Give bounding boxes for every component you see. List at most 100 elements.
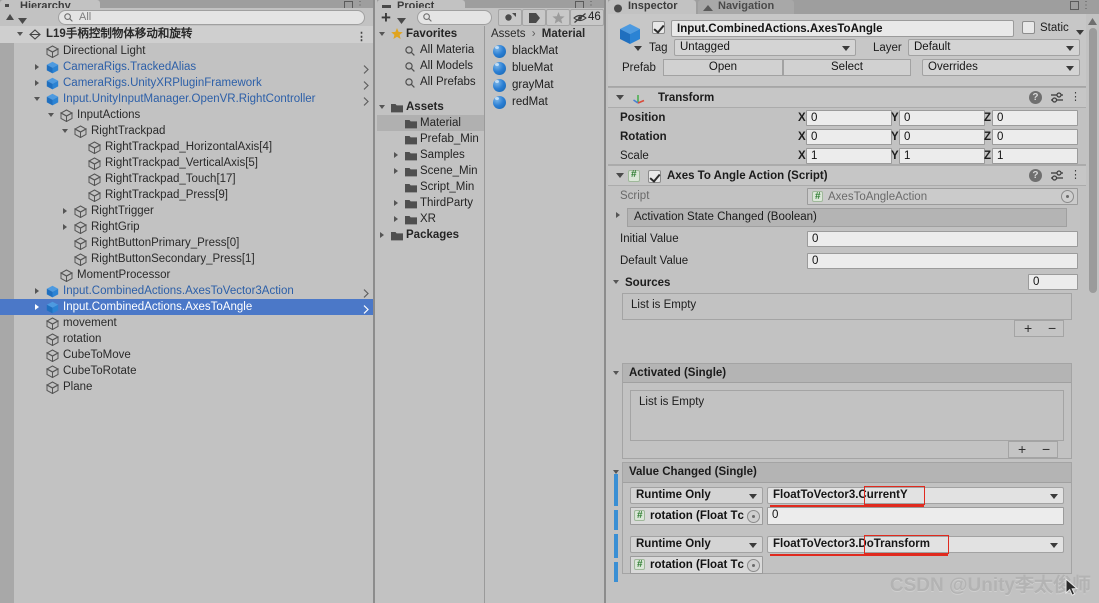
- sources-list[interactable]: List is Empty: [622, 293, 1072, 320]
- hierarchy-item-righttrackpad-touch-17[interactable]: RightTrackpad_Touch[17]: [0, 171, 373, 187]
- asset-item-graymat[interactable]: grayMat: [486, 77, 604, 94]
- hierarchy-item-righttrackpad-press-9[interactable]: RightTrackpad_Press[9]: [0, 187, 373, 203]
- activated-section-header[interactable]: Activated (Single): [623, 364, 1071, 383]
- filter-by-label-button[interactable]: [522, 9, 546, 26]
- scene-expand-arrow[interactable]: [16, 26, 27, 42]
- prefab-overrides-dropdown[interactable]: Overrides: [922, 59, 1080, 76]
- hierarchy-item-rotation[interactable]: rotation: [0, 331, 373, 347]
- hierarchy-item-input-combinedactions-axestovector3action[interactable]: Input.CombinedActions.AxesToVector3Actio…: [0, 283, 373, 299]
- hierarchy-search-input[interactable]: All: [58, 10, 365, 25]
- value-changed-object-field[interactable]: rotation (Float Tс: [630, 556, 763, 574]
- script-enabled-checkbox[interactable]: [648, 170, 661, 183]
- hierarchy-item-righttrigger[interactable]: RightTrigger: [0, 203, 373, 219]
- expand-arrow[interactable]: [378, 227, 389, 243]
- tag-dropdown[interactable]: Untagged: [674, 39, 856, 56]
- hierarchy-item-righttrackpad[interactable]: RightTrackpad: [0, 123, 373, 139]
- asset-item-blackmat[interactable]: blackMat: [486, 43, 604, 60]
- expand-arrow[interactable]: [33, 91, 44, 107]
- project-tree-item-material[interactable]: Material: [377, 115, 484, 131]
- help-icon[interactable]: ?: [1028, 91, 1042, 104]
- project-tree-item-scene-min[interactable]: Scene_Min: [377, 163, 484, 179]
- transform-position-x-field[interactable]: 0: [806, 110, 892, 126]
- hierarchy-item-input-unityinputmanager-openvr-rightcontroller[interactable]: Input.UnityInputManager.OpenVR.RightCont…: [0, 91, 373, 107]
- transform-scale-y-field[interactable]: 1: [899, 148, 985, 164]
- expand-arrow[interactable]: [61, 203, 72, 219]
- scroll-up-arrow-icon[interactable]: [1088, 16, 1097, 28]
- transform-rotation-y-field[interactable]: 0: [899, 129, 985, 145]
- transform-foldout-arrow[interactable]: [616, 95, 624, 100]
- value-changed-call-state-dropdown[interactable]: Runtime Only: [630, 536, 763, 553]
- hierarchy-item-directional-light[interactable]: Directional Light: [0, 43, 373, 59]
- object-picker-icon[interactable]: [747, 510, 760, 523]
- breadcrumb-root[interactable]: Assets: [491, 28, 526, 40]
- expand-arrow[interactable]: [392, 195, 403, 211]
- filter-by-type-button[interactable]: [498, 9, 522, 26]
- hierarchy-scene-row[interactable]: L19手柄控制物体移动和旋转 ⋮: [0, 26, 373, 43]
- script-context-menu-button[interactable]: ⋮: [1070, 169, 1081, 181]
- project-tree-item-prefab-min[interactable]: Prefab_Min: [377, 131, 484, 147]
- asset-item-redmat[interactable]: redMat: [486, 94, 604, 111]
- inspector-menu-button[interactable]: ⋮: [1081, 0, 1093, 11]
- gameobject-icon-dropdown-caret[interactable]: [634, 42, 642, 54]
- expand-arrow[interactable]: [392, 163, 403, 179]
- value-changed-section-header[interactable]: Value Changed (Single): [623, 463, 1071, 483]
- sources-add-button[interactable]: +: [1024, 321, 1032, 336]
- gameobject-name-field[interactable]: [671, 20, 1014, 37]
- asset-item-bluemat[interactable]: blueMat: [486, 60, 604, 77]
- expand-arrow[interactable]: [33, 75, 44, 91]
- hierarchy-item-rightbuttonsecondary-press-1[interactable]: RightButtonSecondary_Press[1]: [0, 251, 373, 267]
- project-tree-item-thirdparty[interactable]: ThirdParty: [377, 195, 484, 211]
- project-tree-item-packages[interactable]: Packages: [377, 227, 484, 243]
- project-tree-item-all-models[interactable]: All Models: [377, 58, 484, 74]
- project-tree-item-assets[interactable]: Assets: [377, 99, 484, 115]
- expand-arrow[interactable]: [33, 59, 44, 75]
- transform-position-y-field[interactable]: 0: [899, 110, 985, 126]
- favorites-filter-button[interactable]: [546, 9, 570, 26]
- layer-dropdown[interactable]: Default: [908, 39, 1080, 56]
- script-foldout-arrow[interactable]: [616, 173, 624, 178]
- static-checkbox[interactable]: [1022, 21, 1035, 34]
- prefab-open-button[interactable]: Open: [663, 59, 783, 76]
- project-tree-item-script-min[interactable]: Script_Min: [377, 179, 484, 195]
- activation-state-foldout-arrow[interactable]: [614, 207, 625, 223]
- hierarchy-item-camerarigs-unityxrpluginframework[interactable]: CameraRigs.UnityXRPluginFramework: [0, 75, 373, 91]
- open-prefab-chevron-icon[interactable]: [363, 63, 369, 74]
- expand-arrow[interactable]: [392, 211, 403, 227]
- hierarchy-item-cubetorotate[interactable]: CubeToRotate: [0, 363, 373, 379]
- transform-rotation-x-field[interactable]: 0: [806, 129, 892, 145]
- sources-count-field[interactable]: 0: [1028, 274, 1078, 290]
- preset-icon[interactable]: [1050, 91, 1064, 104]
- transform-rotation-z-field[interactable]: 0: [992, 129, 1078, 145]
- static-dropdown-caret-icon[interactable]: [1076, 26, 1084, 38]
- expand-arrow[interactable]: [392, 147, 403, 163]
- default-value-field[interactable]: 0: [807, 253, 1078, 269]
- expand-arrow[interactable]: [378, 99, 389, 115]
- inspector-scroll-thumb[interactable]: [1089, 28, 1097, 293]
- project-search-input[interactable]: [417, 10, 492, 25]
- value-changed-argument-field[interactable]: 0: [767, 507, 1064, 525]
- inspector-maximize-button[interactable]: [1070, 1, 1079, 13]
- hierarchy-item-input-combinedactions-axestoangle[interactable]: Input.CombinedActions.AxesToAngle: [0, 299, 373, 315]
- activation-state-row[interactable]: Activation State Changed (Boolean): [627, 208, 1067, 227]
- breadcrumb-leaf[interactable]: Material: [542, 28, 585, 40]
- transform-scale-x-field[interactable]: 1: [806, 148, 892, 164]
- expand-arrow[interactable]: [47, 107, 58, 123]
- sources-remove-button[interactable]: −: [1048, 321, 1056, 336]
- activated-list[interactable]: List is Empty: [630, 390, 1064, 441]
- object-picker-icon[interactable]: [747, 559, 760, 572]
- script-component-header[interactable]: Axes To Angle Action (Script) ? ⋮: [608, 165, 1086, 186]
- hierarchy-item-camerarigs-trackedalias[interactable]: CameraRigs.TrackedAlias: [0, 59, 373, 75]
- script-object-field[interactable]: AxesToAngleAction: [807, 188, 1078, 205]
- expand-arrow[interactable]: [61, 219, 72, 235]
- project-tree-item-favorites[interactable]: Favorites: [377, 26, 484, 42]
- help-icon[interactable]: ?: [1028, 169, 1042, 182]
- transform-context-menu-button[interactable]: ⋮: [1070, 91, 1081, 103]
- inspector-tab[interactable]: Inspector: [608, 0, 696, 14]
- hierarchy-item-rightgrip[interactable]: RightGrip: [0, 219, 373, 235]
- value-changed-object-field[interactable]: rotation (Float Tс: [630, 507, 763, 525]
- activated-add-button[interactable]: +: [1018, 442, 1026, 457]
- sources-foldout-arrow[interactable]: [612, 274, 623, 290]
- open-prefab-chevron-icon[interactable]: [363, 79, 369, 90]
- transform-scale-z-field[interactable]: 1: [992, 148, 1078, 164]
- object-picker-icon[interactable]: [1061, 190, 1074, 203]
